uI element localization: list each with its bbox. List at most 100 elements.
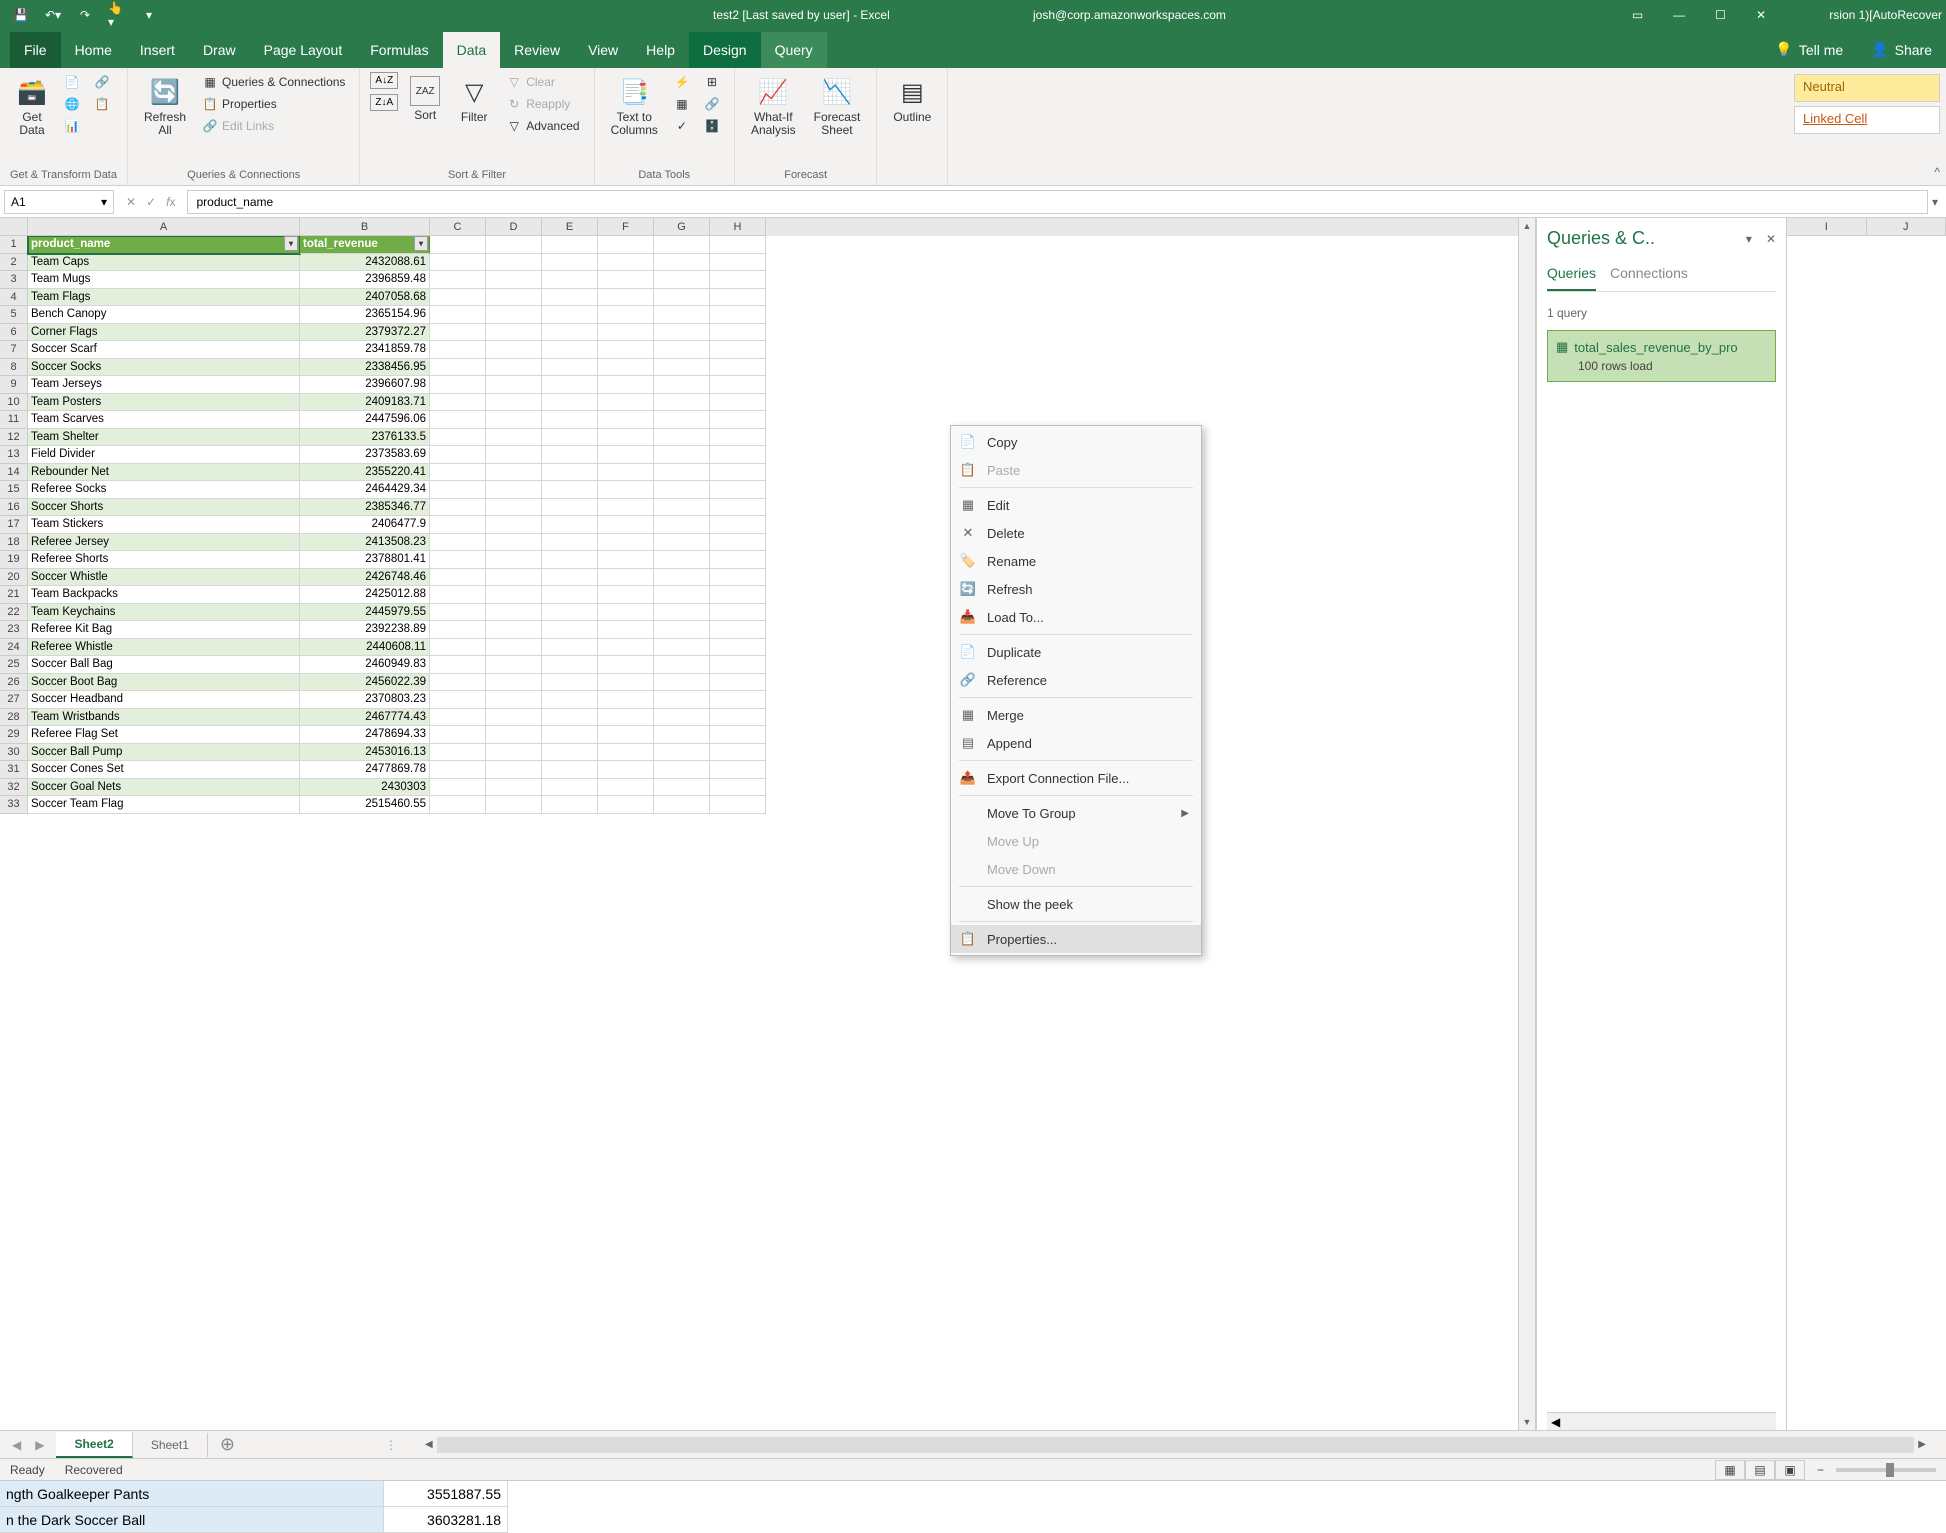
table-cell-product[interactable]: Referee Whistle: [28, 639, 300, 657]
cell[interactable]: [486, 796, 542, 814]
cell[interactable]: [654, 446, 710, 464]
cell[interactable]: [654, 656, 710, 674]
cell[interactable]: [598, 586, 654, 604]
cell[interactable]: [542, 534, 598, 552]
row-header[interactable]: 26: [0, 674, 28, 692]
cell[interactable]: [598, 376, 654, 394]
table-cell-product[interactable]: Soccer Shorts: [28, 499, 300, 517]
table-cell-product[interactable]: Soccer Socks: [28, 359, 300, 377]
table-cell-revenue[interactable]: 2467774.43: [300, 709, 430, 727]
cell[interactable]: [542, 411, 598, 429]
cell[interactable]: [430, 499, 486, 517]
cell[interactable]: [598, 639, 654, 657]
cell[interactable]: [654, 254, 710, 272]
cell[interactable]: [542, 429, 598, 447]
table-cell-product[interactable]: Team Mugs: [28, 271, 300, 289]
cell[interactable]: [430, 359, 486, 377]
from-text-csv-icon[interactable]: 📄: [60, 72, 84, 92]
menu-export[interactable]: 📤Export Connection File...: [951, 764, 1201, 792]
row-header[interactable]: 17: [0, 516, 28, 534]
data-validation-icon[interactable]: ✓: [670, 116, 694, 136]
cell[interactable]: [430, 516, 486, 534]
cell[interactable]: [598, 779, 654, 797]
filter-dropdown-icon[interactable]: ▾: [414, 236, 428, 251]
table-cell-revenue[interactable]: 2338456.95: [300, 359, 430, 377]
cell[interactable]: [542, 271, 598, 289]
menu-refresh[interactable]: 🔄Refresh: [951, 575, 1201, 603]
cell[interactable]: [542, 481, 598, 499]
cell[interactable]: [654, 376, 710, 394]
table-cell-revenue[interactable]: 2341859.78: [300, 341, 430, 359]
whatif-button[interactable]: 📈 What-If Analysis: [745, 72, 802, 141]
table-cell-product[interactable]: Soccer Whistle: [28, 569, 300, 587]
cell[interactable]: [430, 289, 486, 307]
cell[interactable]: [654, 429, 710, 447]
cell[interactable]: [486, 429, 542, 447]
cell[interactable]: [710, 586, 766, 604]
table-cell-product[interactable]: Team Stickers: [28, 516, 300, 534]
cell[interactable]: [542, 621, 598, 639]
remove-duplicates-icon[interactable]: ▦: [670, 94, 694, 114]
table-cell-product[interactable]: Soccer Goal Nets: [28, 779, 300, 797]
cell[interactable]: [598, 726, 654, 744]
select-all-corner[interactable]: [0, 218, 28, 236]
row-header[interactable]: 32: [0, 779, 28, 797]
tab-design[interactable]: Design: [689, 32, 761, 68]
tab-data[interactable]: Data: [443, 32, 501, 68]
cell[interactable]: [654, 796, 710, 814]
menu-reference[interactable]: 🔗Reference: [951, 666, 1201, 694]
row-header[interactable]: 24: [0, 639, 28, 657]
cell[interactable]: [654, 464, 710, 482]
cell[interactable]: [710, 604, 766, 622]
table-cell-product[interactable]: Soccer Scarf: [28, 341, 300, 359]
cell[interactable]: [430, 481, 486, 499]
table-cell-product[interactable]: Referee Kit Bag: [28, 621, 300, 639]
cell[interactable]: [710, 289, 766, 307]
row-header[interactable]: 30: [0, 744, 28, 762]
cell[interactable]: [654, 324, 710, 342]
cell[interactable]: [486, 254, 542, 272]
relationships-icon[interactable]: 🔗: [700, 94, 724, 114]
cell[interactable]: [430, 464, 486, 482]
sort-za-icon[interactable]: Z↓A: [370, 94, 398, 111]
cell[interactable]: [598, 516, 654, 534]
cell[interactable]: [654, 481, 710, 499]
outline-button[interactable]: ▤ Outline: [887, 72, 937, 128]
cell[interactable]: [430, 534, 486, 552]
menu-append[interactable]: ▤Append: [951, 729, 1201, 757]
table-cell-revenue[interactable]: 2445979.55: [300, 604, 430, 622]
cell[interactable]: [542, 306, 598, 324]
table-cell-revenue[interactable]: 2392238.89: [300, 621, 430, 639]
tab-draw[interactable]: Draw: [189, 32, 250, 68]
row-header[interactable]: 31: [0, 761, 28, 779]
cell[interactable]: [598, 341, 654, 359]
cell[interactable]: [486, 516, 542, 534]
cell[interactable]: [430, 306, 486, 324]
cell[interactable]: [542, 709, 598, 727]
save-icon[interactable]: 💾: [12, 6, 30, 24]
reapply-button[interactable]: ↻Reapply: [502, 94, 583, 114]
cell[interactable]: [542, 446, 598, 464]
filter-dropdown-icon[interactable]: ▾: [284, 236, 298, 251]
cell[interactable]: [486, 674, 542, 692]
menu-merge[interactable]: ▦Merge: [951, 701, 1201, 729]
cell[interactable]: [598, 271, 654, 289]
scroll-down-icon[interactable]: ▼: [1519, 1414, 1535, 1430]
cell[interactable]: [598, 446, 654, 464]
cell[interactable]: [654, 761, 710, 779]
tab-query[interactable]: Query: [761, 32, 827, 68]
tab-file[interactable]: File: [10, 32, 61, 68]
tell-me[interactable]: 💡Tell me: [1761, 31, 1857, 68]
cell[interactable]: [542, 341, 598, 359]
cell[interactable]: [486, 709, 542, 727]
cell[interactable]: [710, 411, 766, 429]
row-header[interactable]: 27: [0, 691, 28, 709]
cell[interactable]: [654, 744, 710, 762]
cell[interactable]: [542, 359, 598, 377]
table-cell-revenue[interactable]: 2355220.41: [300, 464, 430, 482]
cell[interactable]: [542, 639, 598, 657]
cell[interactable]: [542, 779, 598, 797]
cell[interactable]: [486, 726, 542, 744]
cell[interactable]: [654, 621, 710, 639]
cell[interactable]: [430, 604, 486, 622]
